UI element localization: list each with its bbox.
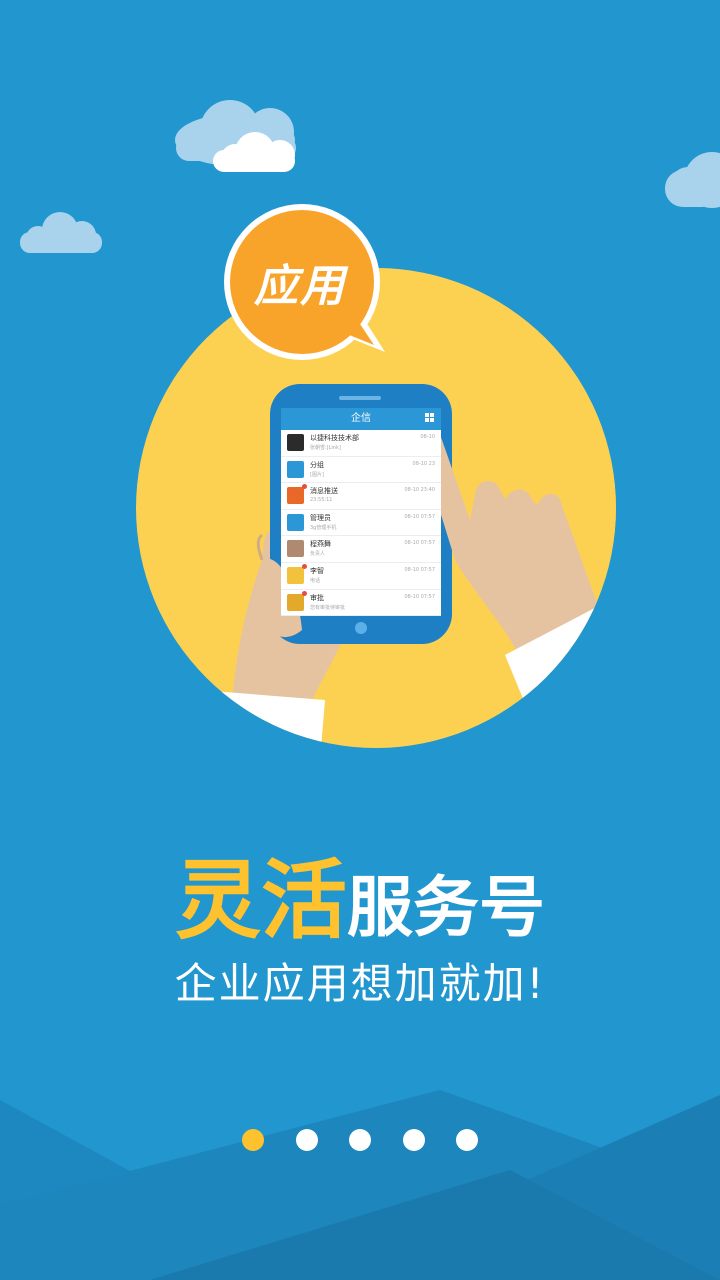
- list-item-name: 管理员: [310, 513, 331, 522]
- list-item-sub: 您有审批待审批: [310, 604, 346, 611]
- headline-white: 服务号: [347, 869, 545, 946]
- list-item-sub: 张朝雪:[Link]: [310, 445, 341, 451]
- list-item[interactable]: 以捷科技技术部 张朝雪:[Link] 08-10: [281, 430, 441, 457]
- message-icon: [287, 484, 307, 505]
- phone-screen: 企信 以捷科技技术部 张朝雪:[Link] 08-10 分组 [图片] 08-10 23 消…: [281, 408, 441, 616]
- list-item-sub: 3g管理手机: [310, 524, 337, 531]
- list-item[interactable]: 消息推送 23:55:11 08-10 23:40: [281, 483, 441, 510]
- avatar: [287, 540, 304, 558]
- list-item-sub: 23:55:11: [310, 497, 333, 504]
- list-item-time: 08-10 07:57: [404, 540, 435, 547]
- left-sleeve: [190, 690, 325, 748]
- list-item-sub: 电话: [310, 577, 321, 584]
- list-item-time: 08-10 23:40: [404, 487, 435, 494]
- list-item[interactable]: 审批您有审批待审批 08-10 07:57: [281, 590, 441, 616]
- avatar: [287, 563, 307, 584]
- home-button: [355, 622, 367, 634]
- screen-title: 企信: [351, 413, 371, 424]
- list-item-name: 李智: [310, 566, 324, 575]
- apps-grid-icon: [425, 413, 435, 423]
- list-item[interactable]: 管理员 3g管理手机 08-10 07:57: [281, 510, 441, 537]
- subtitle: 企业应用想加就加!: [174, 959, 546, 1008]
- headline-accent: 灵活: [175, 851, 347, 951]
- list-item-name: 消息推送: [310, 487, 338, 496]
- list-item[interactable]: 程燕舞负责人 08-10 07:57: [281, 536, 441, 563]
- list-item-time: 08-10 07:57: [404, 566, 435, 573]
- page-dot[interactable]: [295, 1129, 318, 1151]
- approval-icon: [287, 590, 307, 611]
- person-icon: [287, 513, 304, 531]
- list-item-name: 程燕舞: [310, 540, 331, 549]
- page-indicator: [242, 1129, 478, 1151]
- list-item[interactable]: 李智电话 08-10 07:57: [281, 563, 441, 590]
- cloud-icon: [665, 152, 720, 208]
- list-item[interactable]: 分组 [图片] 08-10 23: [281, 457, 441, 484]
- list-item-name: 分组: [310, 460, 324, 469]
- illustration: [0, 100, 720, 1280]
- list-item-sub: 负责人: [310, 551, 326, 558]
- cloud-icon: [20, 212, 102, 253]
- group-icon: [287, 460, 304, 478]
- screen-header: 企信: [281, 408, 441, 430]
- bubble-label: 应用: [254, 261, 346, 312]
- page-dot[interactable]: [349, 1129, 371, 1151]
- page-dot[interactable]: [402, 1129, 425, 1151]
- page-dot[interactable]: [456, 1129, 478, 1151]
- avatar: [287, 434, 304, 451]
- list-item-time: 08-10: [420, 434, 435, 440]
- page-dot[interactable]: [242, 1129, 264, 1151]
- list-item-time: 08-10 07:57: [404, 593, 435, 600]
- conversation-list: 以捷科技技术部 张朝雪:[Link] 08-10 分组 [图片] 08-10 23 消息推送…: [281, 430, 441, 616]
- list-item-name: 审批: [310, 593, 324, 602]
- list-item-time: 08-10 07:57: [404, 513, 435, 520]
- headline: 灵活服务号: [0, 830, 720, 951]
- list-item-time: 08-10 23: [412, 460, 435, 467]
- list-item-sub: [图片]: [310, 471, 324, 478]
- list-item-name: 以捷科技技术部: [310, 434, 359, 442]
